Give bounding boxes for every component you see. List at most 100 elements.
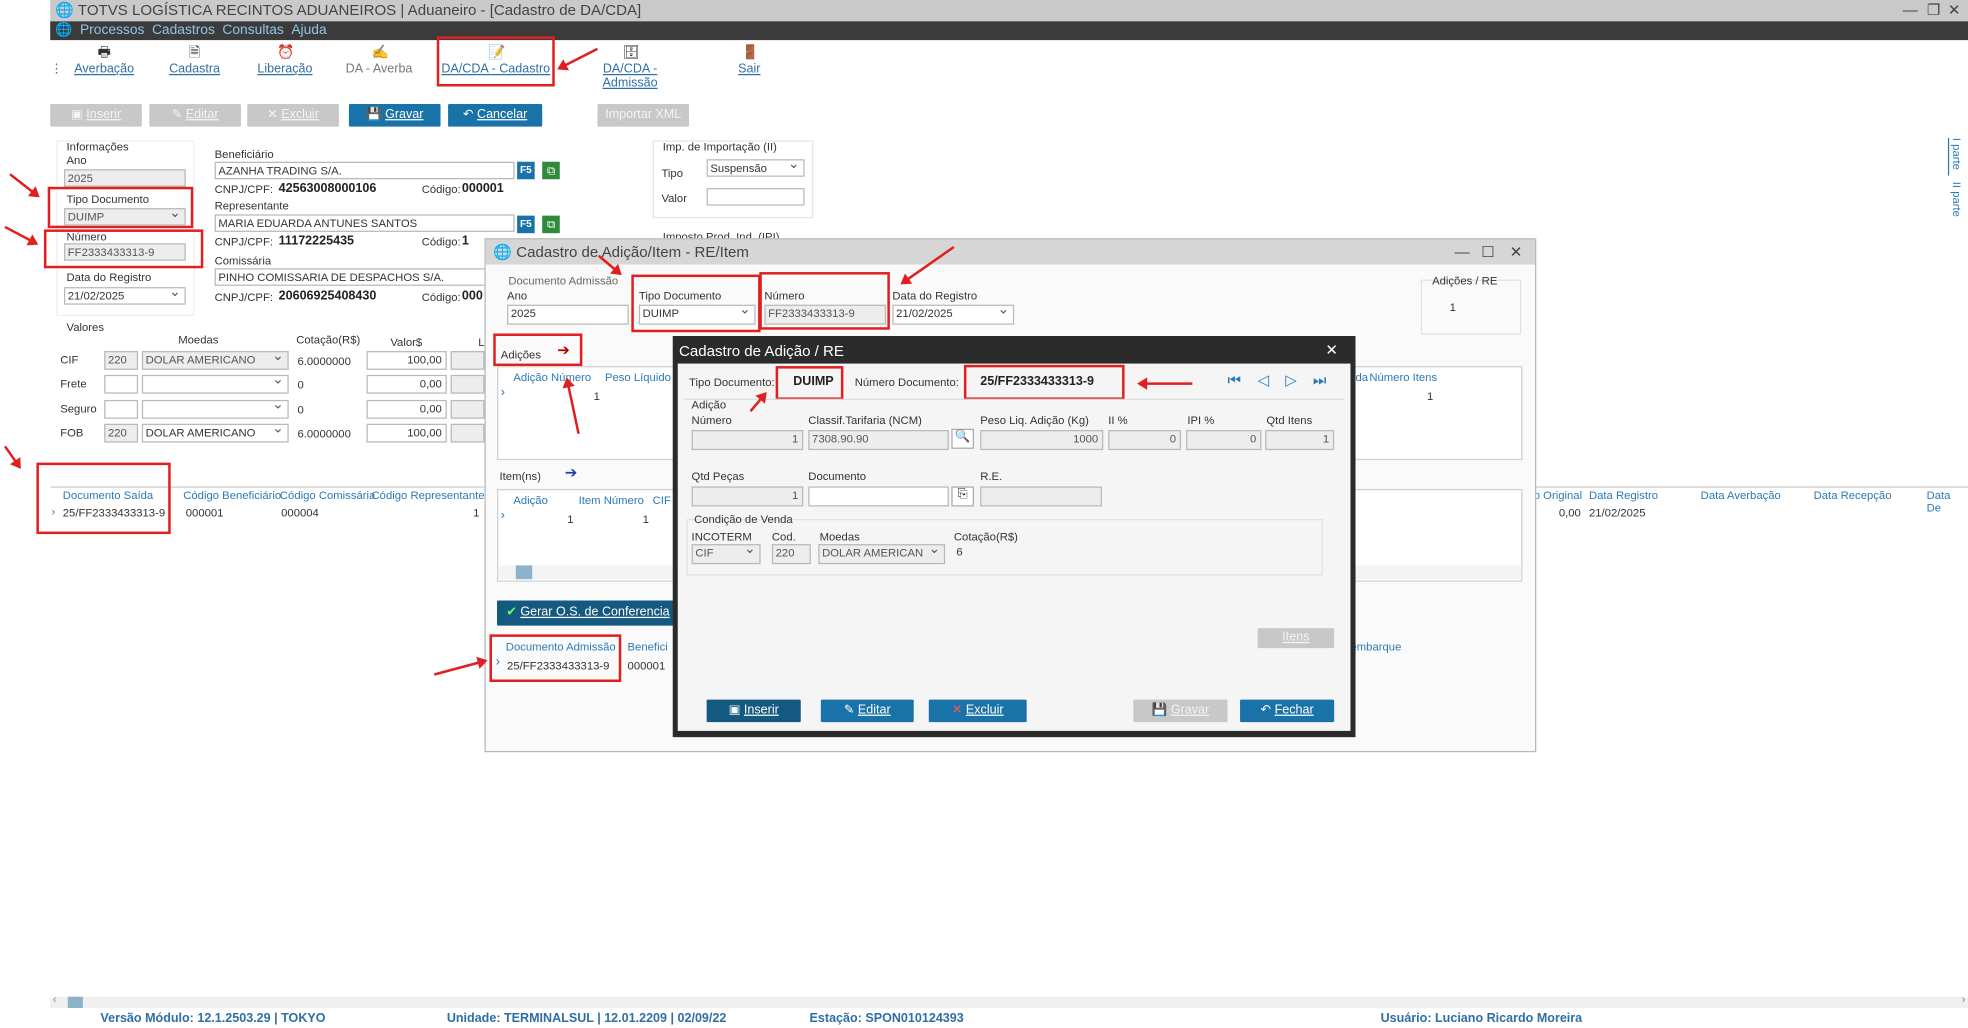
lookup-icon[interactable]: ⧉ [542, 215, 560, 234]
l-field[interactable] [450, 399, 485, 419]
gerar-os-button[interactable]: ✔ Gerar O.S. de Conferencia [497, 600, 680, 626]
moeda-select[interactable] [141, 399, 289, 419]
moeda-cod-field[interactable]: 220 [104, 423, 139, 443]
fechar-button[interactable]: ↶ Fechar [1240, 699, 1335, 723]
minimize-icon[interactable]: — [1455, 239, 1470, 264]
data-registro-select[interactable]: 21/02/2025 [64, 287, 186, 305]
col-data-averbacao[interactable]: Data Averbação [1701, 489, 1781, 502]
col-codigo-representante[interactable]: Código Representante [372, 489, 485, 502]
excluir-button[interactable]: ✕ Excluir [247, 104, 339, 127]
menu-processos[interactable]: Processos [80, 23, 144, 38]
col-embarque[interactable]: embarque [1350, 641, 1401, 654]
valor-field[interactable]: 0,00 [366, 374, 447, 394]
inserir-button[interactable]: ▣ Inserir [706, 699, 801, 723]
re-field[interactable] [980, 486, 1102, 507]
close-icon[interactable]: ✕ [1948, 0, 1961, 21]
valor-field[interactable]: 0,00 [366, 399, 447, 419]
f5-button[interactable]: F5 [517, 215, 535, 234]
itens-button[interactable]: Itens [1257, 628, 1335, 649]
col-data-de[interactable]: Data De [1927, 489, 1968, 514]
numero-field[interactable]: FF2333433313-9 [64, 243, 186, 261]
col-codigo-beneficiario[interactable]: Código Beneficiário [183, 489, 281, 502]
cell-adicao-numero[interactable]: 1 [594, 390, 600, 404]
menu-consultas[interactable]: Consultas [222, 23, 283, 38]
excluir-button[interactable]: ✕ Excluir [928, 699, 1027, 723]
col-data-registro[interactable]: Data Registro [1589, 489, 1658, 502]
moeda-cod-field[interactable]: 220 [104, 351, 139, 370]
f5-button[interactable]: F5 [517, 161, 535, 180]
l-field[interactable] [450, 374, 485, 394]
col-peso-liquido[interactable]: Peso Líquido [605, 371, 671, 384]
tab-ii-parte[interactable]: II parte [1948, 182, 1963, 222]
cell-data-registro[interactable]: 21/02/2025 [1589, 506, 1646, 520]
next-record-icon[interactable]: ▷ [1285, 371, 1297, 389]
incoterm-select[interactable]: CIF [691, 544, 761, 565]
first-record-icon[interactable]: ⏮ [1227, 371, 1241, 390]
col-item-numero[interactable]: Item Número [579, 494, 644, 507]
moeda-select[interactable]: DOLAR AMERICANO [141, 423, 289, 443]
importar-xml-button[interactable]: Importar XML [597, 104, 690, 127]
last-record-icon[interactable]: ⏭ [1313, 371, 1327, 390]
l-field[interactable] [450, 351, 485, 370]
valor-field[interactable]: 100,00 [366, 423, 447, 443]
col-cif[interactable]: CIF [653, 494, 671, 507]
toolbar-cadastra[interactable]: 🗎 Cadastra [163, 45, 226, 83]
menu-cadastros[interactable]: Cadastros [152, 23, 215, 38]
documento-field[interactable] [808, 486, 949, 507]
peso-field[interactable]: 1000 [980, 430, 1104, 451]
cell-item-numero[interactable]: 1 [643, 513, 649, 527]
tipo-documento-select[interactable]: DUIMP [64, 208, 186, 226]
numero-field[interactable]: FF2333433313-9 [764, 304, 887, 325]
toolbar-liberacao[interactable]: ⏰ Liberação [254, 45, 317, 83]
col-data-recepcao[interactable]: Data Recepção [1814, 489, 1892, 502]
lookup-icon[interactable]: ⧉ [542, 161, 560, 180]
tab-i-parte[interactable]: I parte [1947, 137, 1963, 176]
cell-codigo-comissaria[interactable]: 000004 [281, 506, 319, 520]
toolbar-dacda-cadastro[interactable]: 📝 DA/CDA - Cadastro [436, 36, 555, 87]
restore-icon[interactable]: ❐ [1927, 0, 1941, 21]
moeda-select[interactable]: DOLAR AMERICANO [141, 351, 289, 370]
scrollbar-thumb[interactable] [67, 996, 83, 1008]
gravar-button[interactable]: 💾 Gravar [1133, 699, 1228, 723]
ano-field[interactable]: 2025 [64, 169, 186, 187]
scroll-left-icon[interactable]: ‹ [53, 993, 57, 1006]
qtd-pecas-field[interactable]: 1 [691, 486, 804, 507]
col-documento-admissao[interactable]: Documento Admissão [506, 641, 616, 654]
ncm-field[interactable]: 7308.90.90 [808, 430, 949, 451]
beneficiario-field[interactable]: AZANHA TRADING S/A. [214, 161, 515, 180]
previous-record-icon[interactable]: ◁ [1258, 371, 1270, 389]
toolbar-averbacao[interactable]: 🖶 Averbação [73, 45, 136, 83]
l-field[interactable] [450, 423, 485, 443]
close-icon[interactable]: ✕ [1510, 239, 1523, 264]
cell-codigo-representante[interactable]: 1 [473, 506, 479, 520]
cell-codigo-beneficiario[interactable]: 000001 [186, 506, 224, 520]
minimize-icon[interactable]: — [1903, 0, 1918, 21]
cancelar-button[interactable]: ↶ Cancelar [448, 104, 543, 127]
toolbar-da-averba[interactable]: ✍ DA - Averba [341, 45, 416, 83]
col-beneficiario[interactable]: Benefici [628, 641, 668, 654]
scrollbar-thumb[interactable] [515, 565, 533, 580]
cell-adicao[interactable]: 1 [567, 513, 573, 527]
numero-field[interactable]: 1 [691, 430, 804, 451]
toolbar-sair[interactable]: 🚪 Sair [728, 45, 771, 83]
ii-field[interactable]: 0 [1108, 430, 1182, 451]
ipi-field[interactable]: 0 [1186, 430, 1262, 451]
tipo-documento-select[interactable]: DUIMP [638, 304, 756, 325]
col-valor-original[interactable]: o Original [1534, 489, 1582, 502]
moeda-cod-field[interactable] [104, 399, 139, 419]
attach-icon[interactable]: ⎘ [951, 486, 974, 507]
col-adicao[interactable]: Adição [513, 494, 548, 507]
moeda-select[interactable] [141, 374, 289, 394]
col-adicao-numero[interactable]: Adição Número [513, 371, 591, 384]
col-numero-itens[interactable]: Número Itens [1369, 371, 1437, 384]
data-registro-select[interactable]: 21/02/2025 [892, 304, 1015, 325]
imp-tipo-select[interactable]: Suspensão [706, 159, 805, 177]
col-codigo-comissaria[interactable]: Código Comissária [280, 489, 375, 502]
valor-field[interactable]: 100,00 [366, 351, 447, 370]
moeda-cod-field[interactable] [104, 374, 139, 394]
cell-documento-admissao[interactable]: 25/FF2333433313-9 [507, 659, 609, 673]
representante-field[interactable]: MARIA EDUARDA ANTUNES SANTOS [214, 214, 515, 232]
menu-ajuda[interactable]: Ajuda [291, 23, 326, 38]
horizontal-scrollbar[interactable]: ‹ › [50, 993, 1968, 1008]
cell-beneficiario[interactable]: 000001 [628, 659, 666, 673]
